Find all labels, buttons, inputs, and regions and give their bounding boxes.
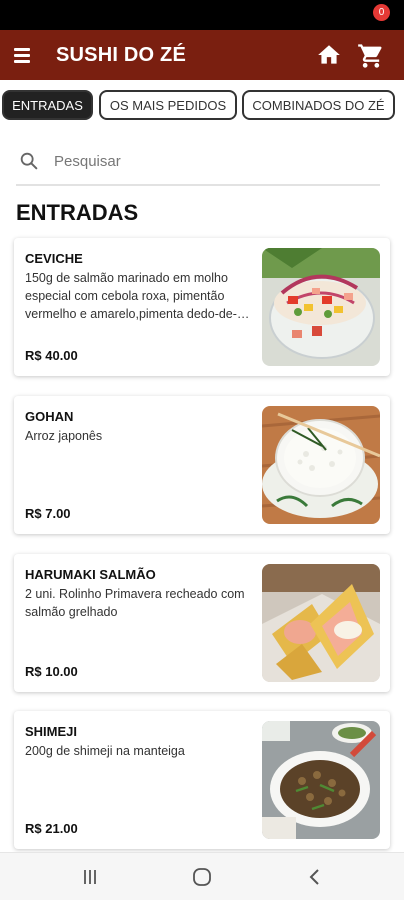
gohan-photo <box>262 406 380 524</box>
menu-item-card[interactable]: HARUMAKI SALMÃO 2 uni. Rolinho Primavera… <box>14 554 390 692</box>
search-icon <box>20 152 38 170</box>
item-description: Arroz japonês <box>25 429 103 443</box>
search-bar <box>16 138 380 186</box>
item-price: R$ 21.00 <box>25 821 78 836</box>
category-tabs: ENTRADAS OS MAIS PEDIDOS COMBINADOS DO Z… <box>0 90 404 122</box>
item-description: 200g de shimeji na manteiga <box>25 744 185 758</box>
recents-icon[interactable] <box>78 867 102 887</box>
cart-count-badge: 0 <box>373 4 390 21</box>
cart-icon[interactable] <box>357 42 385 70</box>
search-input[interactable] <box>54 152 354 170</box>
menu-item-card[interactable]: GOHAN Arroz japonês R$ 7.00 <box>14 396 390 534</box>
status-bar <box>0 0 404 30</box>
app-bar: SUSHI DO ZÉ <box>0 30 404 80</box>
menu-item-card[interactable]: SHIMEJI 200g de shimeji na manteiga R$ 2… <box>14 711 390 849</box>
section-title: ENTRADAS <box>16 200 139 225</box>
tab-entradas[interactable]: ENTRADAS <box>2 90 93 120</box>
item-name: HARUMAKI SALMÃO <box>25 567 156 582</box>
home-icon[interactable] <box>316 42 342 68</box>
item-name: CEVICHE <box>25 251 83 266</box>
item-description: 2 uni. Rolinho Primavera recheado com sa… <box>25 587 245 619</box>
item-description: 150g de salmão marinado em molho especia… <box>25 271 237 321</box>
harumaki-photo <box>262 564 380 682</box>
tab-combinados-do-ze[interactable]: COMBINADOS DO ZÉ <box>242 90 395 120</box>
tab-os-mais-pedidos[interactable]: OS MAIS PEDIDOS <box>99 90 237 120</box>
item-name: GOHAN <box>25 409 74 424</box>
back-icon[interactable] <box>303 867 327 887</box>
circle-home-icon[interactable] <box>190 867 214 887</box>
menu-icon[interactable] <box>14 41 42 69</box>
menu-item-card[interactable]: CEVICHE 150g de salmão marinado em molho… <box>14 238 390 376</box>
ceviche-photo <box>262 248 380 366</box>
item-name: SHIMEJI <box>25 724 78 739</box>
item-price: R$ 7.00 <box>25 506 71 521</box>
system-navigation-bar <box>0 852 404 900</box>
shimeji-photo <box>262 721 380 839</box>
item-price: R$ 10.00 <box>25 664 78 679</box>
item-price: R$ 40.00 <box>25 348 78 363</box>
app-title: SUSHI DO ZÉ <box>56 43 186 66</box>
